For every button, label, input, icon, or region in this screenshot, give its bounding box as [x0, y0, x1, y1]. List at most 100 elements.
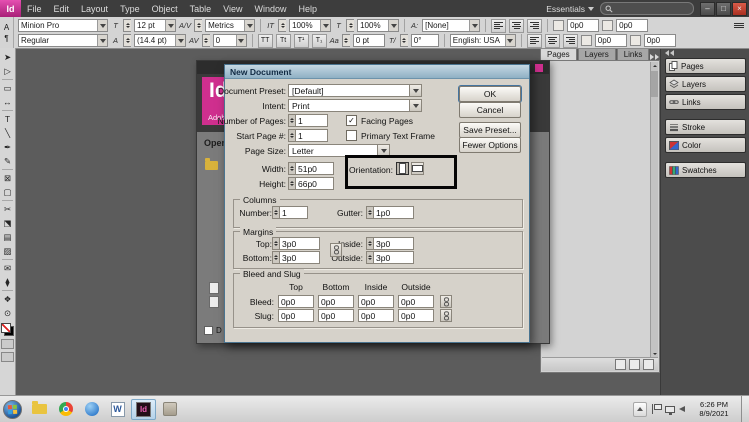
page-tool[interactable]: ▭: [0, 81, 15, 95]
align-right-button[interactable]: [527, 18, 543, 33]
stepper-icon[interactable]: [366, 206, 374, 219]
bleed-inside-input[interactable]: 0p0: [358, 295, 394, 308]
stepper-icon[interactable]: [272, 237, 280, 250]
indent-left-field[interactable]: 0p0: [567, 19, 600, 32]
preview-view-button[interactable]: [1, 352, 14, 362]
chevron-down-icon[interactable]: [320, 20, 331, 31]
pencil-tool[interactable]: ✎: [0, 154, 15, 168]
ok-button[interactable]: OK: [459, 86, 521, 102]
workspace-switcher[interactable]: Essentials: [546, 4, 594, 14]
taskbar-browser[interactable]: [79, 399, 104, 420]
chevron-down-icon[interactable]: [175, 35, 185, 46]
slug-bottom-input[interactable]: 0p0: [318, 309, 354, 322]
vertical-scale-select[interactable]: 100%: [289, 19, 332, 32]
link-margins-button[interactable]: [330, 243, 342, 257]
indent-right-field[interactable]: 0p0: [616, 19, 649, 32]
justify-left-button[interactable]: [526, 33, 542, 48]
document-preset-select[interactable]: [Default]: [288, 84, 422, 97]
stepper-icon[interactable]: [272, 251, 280, 264]
kerning-stepper[interactable]: [194, 19, 203, 32]
dock-button-links[interactable]: Links: [665, 94, 746, 110]
volume-icon[interactable]: [679, 406, 685, 412]
bleed-top-input[interactable]: 0p0: [278, 295, 314, 308]
columns-number-input[interactable]: 1: [280, 206, 308, 219]
language-select[interactable]: English: USA: [449, 34, 516, 47]
type-tool[interactable]: T: [0, 112, 15, 126]
menu-window[interactable]: Window: [248, 0, 292, 17]
edit-page-size-icon[interactable]: [615, 359, 626, 370]
tracking-select[interactable]: 0: [212, 34, 247, 47]
align-center-button[interactable]: [509, 18, 525, 33]
stepper-icon[interactable]: [272, 206, 280, 219]
leading-stepper[interactable]: [123, 34, 131, 47]
height-input[interactable]: 66p0: [296, 177, 334, 190]
tracking-stepper[interactable]: [201, 34, 210, 47]
font-style-select[interactable]: Regular: [18, 34, 108, 47]
dock-button-pages[interactable]: Pages: [665, 58, 746, 74]
taskbar-file-explorer[interactable]: [27, 399, 52, 420]
dock-button-stroke[interactable]: Stroke: [665, 119, 746, 135]
show-desktop-button[interactable]: [741, 396, 749, 422]
checkbox-icon[interactable]: [204, 326, 213, 335]
slug-inside-input[interactable]: 0p0: [358, 309, 394, 322]
horizontal-scale-stepper[interactable]: [346, 19, 355, 32]
all-caps-button[interactable]: TT: [257, 33, 273, 48]
maximize-button[interactable]: □: [716, 1, 731, 16]
menu-view[interactable]: View: [217, 0, 248, 17]
line-tool[interactable]: ╲: [0, 126, 15, 140]
pages-panel-body[interactable]: [540, 60, 660, 373]
menu-layout[interactable]: Layout: [75, 0, 114, 17]
recent-document-icon[interactable]: [209, 282, 219, 294]
cancel-button[interactable]: Cancel: [459, 102, 521, 118]
dock-button-color[interactable]: Color: [665, 137, 746, 153]
stepper-icon[interactable]: [288, 129, 296, 142]
taskbar-indesign[interactable]: Id: [131, 398, 156, 420]
chevron-down-icon[interactable]: [235, 35, 246, 46]
skew-field[interactable]: 0°: [410, 34, 439, 47]
rectangle-frame-tool[interactable]: ⊠: [0, 171, 15, 185]
justify-right-button[interactable]: [562, 33, 578, 48]
chevron-down-icon[interactable]: [97, 35, 107, 46]
close-button[interactable]: ×: [732, 1, 747, 16]
gap-tool[interactable]: ↔: [0, 95, 15, 109]
note-tool[interactable]: ✉: [0, 261, 15, 275]
kerning-select[interactable]: Metrics: [205, 19, 256, 32]
chevron-down-icon[interactable]: [469, 20, 480, 31]
margin-inside-input[interactable]: 3p0: [374, 237, 414, 250]
leading-select[interactable]: (14.4 pt): [134, 34, 186, 47]
menu-type[interactable]: Type: [114, 0, 146, 17]
dialog-titlebar[interactable]: New Document: [225, 65, 529, 79]
eyedropper-tool[interactable]: ⧫: [0, 275, 15, 289]
gradient-feather-tool[interactable]: ▨: [0, 244, 15, 258]
subscript-button[interactable]: T₁: [311, 33, 327, 48]
facing-pages-checkbox[interactable]: ✓: [346, 115, 357, 126]
chevron-down-icon[interactable]: [409, 100, 421, 111]
fill-swatch-icon[interactable]: [1, 323, 11, 333]
bleed-outside-input[interactable]: 0p0: [398, 295, 434, 308]
bleed-bottom-input[interactable]: 0p0: [318, 295, 354, 308]
taskbar-chrome[interactable]: [53, 399, 78, 420]
stepper-icon[interactable]: [288, 162, 296, 175]
baseline-shift-field[interactable]: 0 pt: [352, 34, 385, 47]
baseline-shift-stepper[interactable]: [341, 34, 350, 47]
chevron-down-icon[interactable]: [97, 20, 107, 31]
paragraph-mode-icon[interactable]: ¶: [4, 34, 8, 43]
rectangle-tool[interactable]: ▢: [0, 185, 15, 199]
justify-center-button[interactable]: [544, 33, 560, 48]
scrollbar-thumb[interactable]: [651, 71, 658, 97]
facing-pages-option[interactable]: ✓ Facing Pages: [346, 115, 413, 126]
gutter-input[interactable]: 1p0: [374, 206, 414, 219]
small-caps-button[interactable]: Tt: [275, 33, 291, 48]
show-hidden-icons-button[interactable]: [633, 401, 647, 417]
chevron-down-icon[interactable]: [165, 20, 175, 31]
chevron-down-icon[interactable]: [504, 35, 515, 46]
primary-text-frame-option[interactable]: Primary Text Frame: [346, 130, 435, 141]
fewer-options-button[interactable]: Fewer Options: [459, 137, 521, 153]
scissors-tool[interactable]: ✂: [0, 202, 15, 216]
delete-page-icon[interactable]: [643, 359, 654, 370]
gradient-swatch-tool[interactable]: ▤: [0, 230, 15, 244]
menu-file[interactable]: File: [21, 0, 48, 17]
taskbar-word[interactable]: W: [105, 399, 130, 420]
font-family-select[interactable]: Minion Pro: [18, 19, 108, 32]
save-preset-button[interactable]: Save Preset...: [459, 122, 521, 138]
